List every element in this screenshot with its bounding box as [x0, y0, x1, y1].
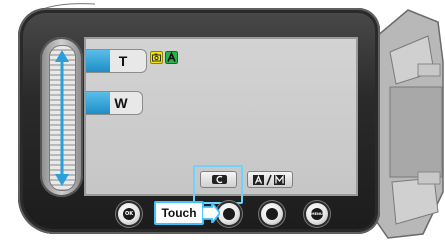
auto-manual-button[interactable] [247, 171, 293, 188]
touch-callout: Touch [154, 201, 204, 225]
pointer-arrow-icon [202, 203, 220, 223]
a-m-icon [253, 174, 285, 186]
ok-label: OK [123, 208, 135, 220]
touch-label: Touch [161, 206, 197, 220]
mode-icons [150, 51, 178, 65]
hardware-button-1[interactable] [218, 203, 240, 225]
menu-c-button[interactable] [200, 171, 237, 188]
button-center [266, 208, 278, 220]
auto-icon [165, 51, 178, 64]
double-arrow-icon [55, 50, 69, 186]
menu-button[interactable]: MENU [306, 203, 328, 225]
menu-c-icon [212, 175, 227, 184]
camera-icon [150, 51, 163, 64]
ok-button[interactable]: OK [118, 203, 140, 225]
button-accent [86, 92, 110, 114]
zoom-wide-button[interactable]: W [86, 91, 143, 115]
zoom-tele-label: T [118, 53, 128, 69]
menu-label: MENU [311, 208, 323, 220]
button-accent [86, 50, 110, 72]
zoom-wide-label: W [114, 95, 128, 111]
button-center [223, 208, 235, 220]
zoom-tele-button[interactable]: T [86, 49, 147, 73]
hardware-button-2[interactable] [261, 203, 283, 225]
